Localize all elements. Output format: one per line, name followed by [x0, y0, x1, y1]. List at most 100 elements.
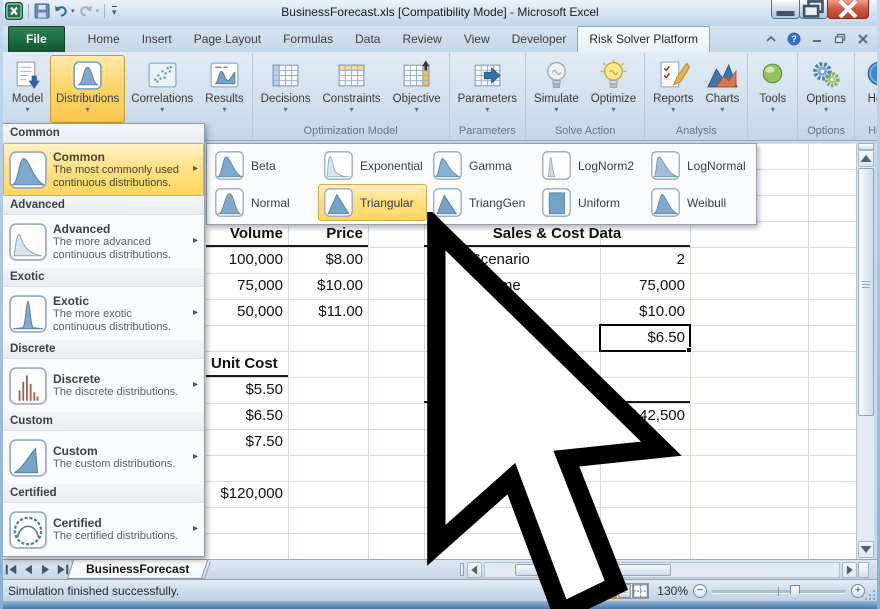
split-handle[interactable]: [858, 143, 874, 150]
cell-D11[interactable]: Net Profit: [424, 403, 600, 429]
ribbon-button-parameters[interactable]: Parameters▾: [452, 55, 523, 123]
flyout-item-gamma[interactable]: Gamma: [427, 147, 536, 184]
flyout-item-triangular[interactable]: Triangular: [318, 184, 427, 221]
cell-A7[interactable]: 50,000: [206, 299, 288, 325]
restore-window-button[interactable]: [799, 0, 828, 19]
workbook-minimize-button[interactable]: [810, 32, 824, 46]
cell-E7[interactable]: $10.00: [600, 299, 690, 325]
ribbon-button-model[interactable]: Model▾: [5, 55, 50, 123]
ribbon-button-results[interactable]: Results▾: [199, 55, 249, 123]
zoom-slider[interactable]: [712, 590, 846, 593]
cell-D10[interactable]: Profit Forecast: [424, 377, 690, 403]
cell-E5[interactable]: 2: [600, 247, 690, 273]
cell-A12[interactable]: $7.50: [206, 429, 288, 455]
cell-E6[interactable]: 75,000: [600, 273, 690, 299]
ribbon-button-reports[interactable]: Reports▾: [647, 55, 699, 123]
horizontal-scrollbar[interactable]: [484, 562, 840, 578]
ribbon-tab-page-layout[interactable]: Page Layout: [183, 27, 272, 52]
qat-customize-button[interactable]: ▾: [112, 6, 117, 16]
ribbon-tab-developer[interactable]: Developer: [501, 27, 578, 52]
scroll-up-button[interactable]: [858, 150, 874, 167]
flyout-item-trianggen[interactable]: TriangGen: [427, 184, 536, 221]
ribbon-tab-insert[interactable]: Insert: [131, 27, 183, 52]
ribbon-tab-risk-solver-platform[interactable]: Risk Solver Platform: [577, 26, 710, 52]
undo-button[interactable]: [53, 3, 69, 19]
ribbon-button-charts[interactable]: Charts▾: [699, 55, 745, 123]
flyout-item-exponential[interactable]: Exponential: [318, 147, 427, 184]
minimize-window-button[interactable]: [771, 0, 800, 19]
ribbon-button-optimize[interactable]: Optimize▾: [585, 55, 642, 123]
scroll-left-button[interactable]: [467, 562, 482, 578]
cell-E11[interactable]: $142,500: [600, 403, 690, 429]
flyout-item-lognormal[interactable]: LogNormal: [645, 147, 754, 184]
dropdown-arrow-icon: ▾: [771, 105, 775, 114]
flyout-item-normal[interactable]: Normal: [209, 184, 318, 221]
menu-item-common[interactable]: CommonThe most commonly used continuous …: [3, 143, 204, 196]
undo-dropdown-icon[interactable]: ▾: [71, 7, 75, 15]
ribbon-button-objective[interactable]: Objective▾: [387, 55, 447, 123]
horizontal-split-handle[interactable]: [858, 562, 869, 578]
cell-A10[interactable]: $5.50: [206, 377, 288, 403]
ribbon-tab-home[interactable]: Home: [77, 27, 131, 52]
workbook-restore-button[interactable]: [833, 32, 847, 46]
zoom-out-button[interactable]: −: [693, 584, 707, 598]
minimize-ribbon-button[interactable]: [764, 32, 778, 46]
cell-B7[interactable]: $11.00: [288, 299, 368, 325]
cell-A9[interactable]: Unit Cost: [206, 351, 288, 377]
menu-item-custom[interactable]: CustomThe custom distributions.▸: [3, 431, 204, 484]
ribbon-button-decisions[interactable]: Decisions▾: [255, 55, 317, 123]
menu-item-certified[interactable]: CertifiedThe certified distributions.▸: [3, 503, 204, 556]
menu-item-advanced[interactable]: AdvancedThe more advanced continuous dis…: [3, 215, 204, 268]
cell-D12[interactable]: Average Profit: [424, 429, 600, 455]
first-sheet-button[interactable]: [4, 562, 19, 577]
ribbon-button-correlations[interactable]: Correlations▾: [125, 55, 199, 123]
ribbon-button-options[interactable]: Options▾: [800, 55, 852, 123]
ribbon-button-simulate[interactable]: Simulate▾: [528, 55, 585, 123]
scroll-down-button[interactable]: [858, 541, 874, 558]
cell-B6[interactable]: $10.00: [288, 273, 368, 299]
ribbon-button-distributions[interactable]: Distributions▾: [50, 55, 125, 123]
zoom-slider-thumb[interactable]: [790, 585, 800, 599]
flyout-item-uniform[interactable]: Uniform: [536, 184, 645, 221]
cell-A14[interactable]: $120,000: [206, 481, 288, 507]
horizontal-scrollbar-thumb[interactable]: [515, 564, 671, 576]
resize-grip-icon[interactable]: [864, 588, 876, 600]
workbook-close-button[interactable]: [856, 32, 870, 46]
close-window-button[interactable]: [827, 0, 869, 19]
cell-D7[interactable]: Selling Price: [424, 299, 600, 325]
normal-view-button[interactable]: [600, 583, 617, 599]
vertical-scrollbar-thumb[interactable]: [858, 168, 874, 416]
ribbon-tab-review[interactable]: Review: [391, 27, 452, 52]
vertical-scrollbar[interactable]: [856, 143, 874, 559]
flyout-item-beta[interactable]: Beta: [209, 147, 318, 184]
save-button[interactable]: [34, 3, 50, 19]
cell-D8[interactable]: Unit cost: [424, 325, 600, 351]
ribbon-tab-data[interactable]: Data: [344, 27, 391, 52]
help-icon[interactable]: ?: [787, 32, 801, 46]
ribbon-button-constraints[interactable]: Constraints▾: [317, 55, 387, 123]
cell-A5[interactable]: 100,000: [206, 247, 288, 273]
zoom-in-button[interactable]: +: [851, 584, 865, 598]
ribbon-tab-file[interactable]: File: [8, 26, 65, 52]
ribbon-tab-view[interactable]: View: [453, 27, 501, 52]
next-sheet-button[interactable]: [38, 562, 53, 577]
cell-B5[interactable]: $8.00: [288, 247, 368, 273]
menu-item-discrete[interactable]: DiscreteThe discrete distributions.▸: [3, 359, 204, 412]
flyout-item-weibull[interactable]: Weibull: [645, 184, 754, 221]
cell-D5[interactable]: Sales Scenario: [424, 247, 600, 273]
flyout-item-lognorm2[interactable]: LogNorm2: [536, 147, 645, 184]
cell-A6[interactable]: 75,000: [206, 273, 288, 299]
scroll-right-button[interactable]: [842, 562, 857, 578]
menu-item-exotic[interactable]: ExoticThe more exotic continuous distrib…: [3, 287, 204, 340]
previous-sheet-button[interactable]: [21, 562, 36, 577]
cell-A11[interactable]: $6.50: [206, 403, 288, 429]
cell-D6[interactable]: Sales Volume: [424, 273, 600, 299]
tab-split-handle[interactable]: [460, 563, 464, 576]
ribbon-button-tools[interactable]: Tools▾: [750, 55, 795, 123]
sheet-tab-businessforecast[interactable]: BusinessForecast: [70, 560, 205, 579]
page-break-view-button[interactable]: [632, 583, 649, 599]
zoom-level[interactable]: 130%: [650, 584, 688, 598]
ribbon-tab-formulas[interactable]: Formulas: [272, 27, 344, 52]
page-layout-view-button[interactable]: [616, 583, 633, 599]
fill-handle[interactable]: [686, 347, 692, 353]
